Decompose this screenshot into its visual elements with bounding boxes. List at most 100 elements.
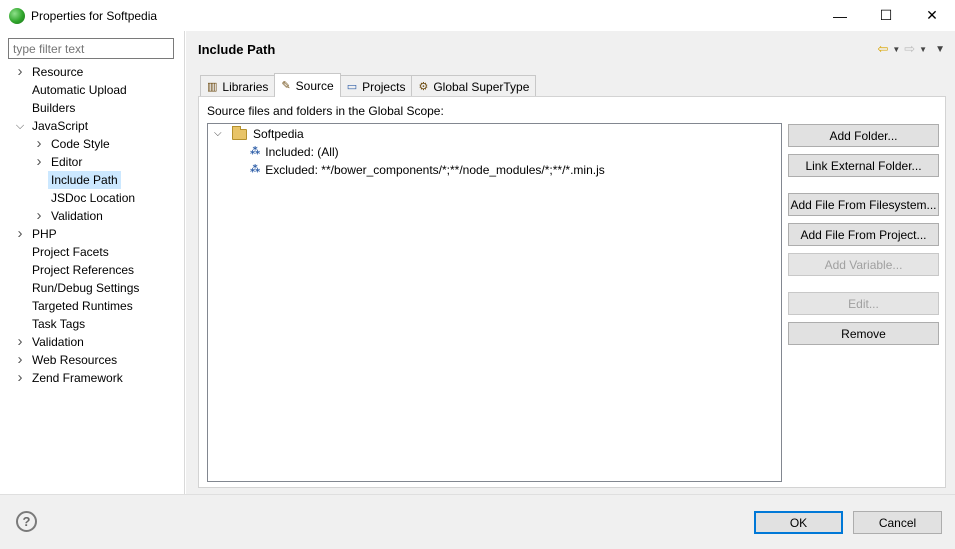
sidebar-item[interactable]: › Resource <box>0 63 185 81</box>
add-folder-button[interactable]: Add Folder... <box>788 124 939 147</box>
sidebar-item-label: Project Facets <box>32 245 109 259</box>
page-navigation: ⇦ ▼ ⇨ ▼ ▼ <box>877 41 945 57</box>
tab-global-supertype[interactable]: ⚙ Global SuperType <box>411 75 537 97</box>
window-controls: — ☐ ✕ <box>817 0 955 31</box>
maximize-button[interactable]: ☐ <box>863 0 909 31</box>
ok-button[interactable]: OK <box>754 511 843 534</box>
sidebar-item[interactable]: › PHP <box>0 225 185 243</box>
chevron-right-icon[interactable]: › <box>34 135 44 153</box>
included-filter-icon: ⁂ <box>250 146 261 157</box>
sidebar-item-label: Automatic Upload <box>32 83 127 97</box>
sidebar-item-label: JavaScript <box>32 119 89 133</box>
sidebar-item[interactable]: JSDoc Location <box>0 189 185 207</box>
chevron-right-icon[interactable]: › <box>15 225 25 243</box>
sidebar-item-label: Builders <box>32 101 76 115</box>
open-folder-icon <box>232 125 247 140</box>
view-menu-icon[interactable]: ▼ <box>935 44 945 55</box>
tab-source[interactable]: ✎ Source <box>274 73 341 97</box>
source-tab-panel: Source files and folders in the Global S… <box>198 96 946 488</box>
sidebar-item[interactable]: Targeted Runtimes <box>0 297 185 315</box>
tab-label: Source <box>295 78 334 93</box>
sidebar-item[interactable]: Builders <box>0 99 185 117</box>
sidebar-item[interactable]: › Web Resources <box>0 351 185 369</box>
back-dropdown-icon[interactable]: ▼ <box>892 45 900 54</box>
sidebar-item-label: Include Path <box>48 171 121 189</box>
tree-node-root[interactable]: ⌵ Softpedia <box>214 125 304 143</box>
title-bar: Properties for Softpedia — ☐ ✕ <box>0 0 955 31</box>
sidebar-item-label: Project References <box>32 263 135 277</box>
back-arrow-icon[interactable]: ⇦ <box>877 41 888 57</box>
sidebar-item[interactable]: › Zend Framework <box>0 369 185 387</box>
sidebar-item-label: Run/Debug Settings <box>32 281 140 295</box>
sidebar-item-label: JSDoc Location <box>51 191 136 205</box>
chevron-right-icon[interactable]: › <box>34 207 44 225</box>
sidebar-item[interactable]: Project References <box>0 261 185 279</box>
forward-arrow-icon[interactable]: ⇨ <box>904 41 915 57</box>
sidebar-item-label: Task Tags <box>32 317 86 331</box>
sidebar-item[interactable]: Task Tags <box>0 315 185 333</box>
chevron-right-icon[interactable]: › <box>15 333 25 351</box>
included-label: Included: (All) <box>265 145 339 159</box>
tab-projects[interactable]: ▭ Projects <box>339 75 413 97</box>
sidebar-item-label: Code Style <box>51 137 110 151</box>
sidebar-item[interactable]: Include Path <box>0 171 185 189</box>
filter-input[interactable] <box>8 38 174 59</box>
close-button[interactable]: ✕ <box>909 0 955 31</box>
dialog-button-bar: ? OK Cancel <box>0 494 955 549</box>
tab-label: Global SuperType <box>433 79 530 94</box>
sidebar-item-label: Web Resources <box>32 353 118 367</box>
source-icon: ✎ <box>281 80 291 92</box>
sidebar-item[interactable]: Project Facets <box>0 243 185 261</box>
remove-button[interactable]: Remove <box>788 322 939 345</box>
sidebar-item[interactable]: ⌵ JavaScript <box>0 117 185 135</box>
add-file-from-project-button[interactable]: Add File From Project... <box>788 223 939 246</box>
chevron-down-icon[interactable]: ⌵ <box>214 125 226 143</box>
sidebar-item[interactable]: Run/Debug Settings <box>0 279 185 297</box>
root-folder-label: Softpedia <box>253 127 304 141</box>
link-external-folder-button[interactable]: Link External Folder... <box>788 154 939 177</box>
tree-node-included[interactable]: ⁂ Included: (All) <box>250 143 339 161</box>
edit-button[interactable]: Edit... <box>788 292 939 315</box>
chevron-right-icon[interactable]: › <box>15 351 25 369</box>
sidebar-item[interactable]: › Editor <box>0 153 185 171</box>
tab-strip: ▥ Libraries ✎ Source ▭ Projects ⚙ Global… <box>200 73 537 97</box>
excluded-label: Excluded: **/bower_components/*;**/node_… <box>265 163 605 177</box>
sidebar-item-label: Editor <box>51 155 83 169</box>
sidebar-item-label: Validation <box>51 209 103 223</box>
sidebar-item-label: PHP <box>32 227 57 241</box>
help-icon[interactable]: ? <box>16 511 37 532</box>
window-title: Properties for Softpedia <box>31 8 158 23</box>
tab-label: Projects <box>362 79 406 94</box>
cancel-button[interactable]: Cancel <box>853 511 942 534</box>
property-pages-pane: › Resource Automatic Upload Builders ⌵ JavaSc… <box>0 31 185 494</box>
sidebar-item[interactable]: › Code Style <box>0 135 185 153</box>
sidebar-item[interactable]: › Validation <box>0 333 185 351</box>
projects-icon: ▭ <box>346 81 358 93</box>
minimize-button[interactable]: — <box>817 0 863 31</box>
sidebar-item-label: Validation <box>32 335 84 349</box>
source-folders-tree[interactable]: ⌵ Softpedia ⁂ Included: (All) ⁂ Excluded… <box>207 123 782 482</box>
forward-dropdown-icon[interactable]: ▼ <box>919 45 927 54</box>
libraries-icon: ▥ <box>207 81 218 93</box>
add-file-from-filesystem-button[interactable]: Add File From Filesystem... <box>788 193 939 216</box>
tree-node-excluded[interactable]: ⁂ Excluded: **/bower_components/*;**/nod… <box>250 161 605 179</box>
sidebar-item-label: Targeted Runtimes <box>32 299 133 313</box>
sidebar-item-label: Resource <box>32 65 84 79</box>
eclipse-app-icon <box>9 7 25 24</box>
excluded-filter-icon: ⁂ <box>250 164 261 175</box>
chevron-right-icon[interactable]: › <box>15 369 25 387</box>
page-title: Include Path <box>198 42 276 57</box>
sidebar-item[interactable]: › Validation <box>0 207 185 225</box>
property-pages-tree: › Resource Automatic Upload Builders ⌵ JavaSc… <box>0 63 185 387</box>
chevron-right-icon[interactable]: › <box>34 153 44 171</box>
add-variable-button[interactable]: Add Variable... <box>788 253 939 276</box>
chevron-right-icon[interactable]: › <box>15 63 25 81</box>
page-content: Include Path ⇦ ▼ ⇨ ▼ ▼ ▥ Libraries ✎ Sou… <box>186 31 955 494</box>
sidebar-item-label: Zend Framework <box>32 371 123 385</box>
supertype-icon: ⚙ <box>418 81 429 93</box>
sidebar-item[interactable]: Automatic Upload <box>0 81 185 99</box>
tab-label: Libraries <box>222 79 269 94</box>
source-section-label: Source files and folders in the Global S… <box>207 104 444 118</box>
chevron-down-icon[interactable]: ⌵ <box>15 117 25 135</box>
tab-libraries[interactable]: ▥ Libraries <box>200 75 276 97</box>
